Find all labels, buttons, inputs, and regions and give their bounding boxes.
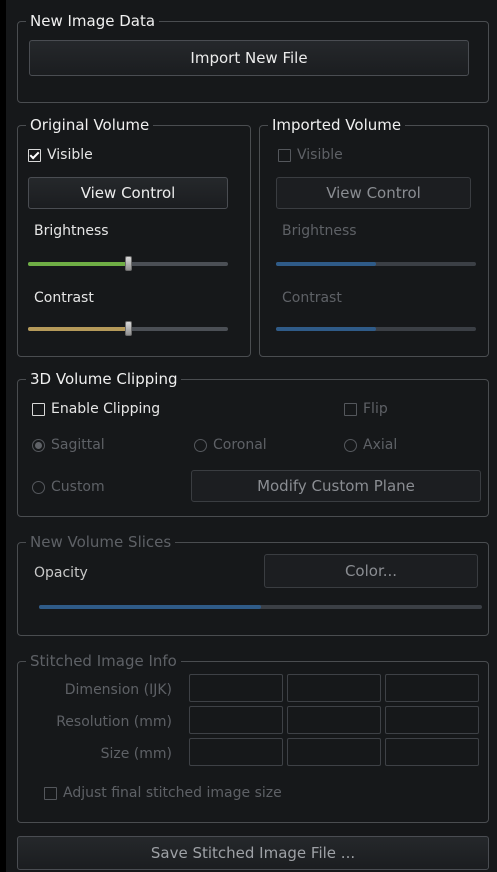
dimension-i-field[interactable] [189,674,283,702]
imported-volume-title: Imported Volume [268,115,406,135]
imported-view-control-button[interactable]: View Control [276,177,471,209]
original-visible-label: Visible [47,147,93,163]
imported-contrast-label: Contrast [282,290,342,306]
original-visible-checkbox[interactable]: Visible [28,146,93,164]
sagittal-label: Sagittal [51,437,105,453]
resolution-k-field[interactable] [385,706,479,734]
original-brightness-slider[interactable] [28,256,228,271]
imported-volume-group: Imported Volume Visible View Control Bri… [259,115,489,357]
imported-brightness-fill [276,262,376,266]
checkbox-unchecked-icon [278,148,291,162]
adjust-size-checkbox[interactable]: Adjust final stitched image size [44,784,282,802]
flip-checkbox[interactable]: Flip [344,400,388,418]
radio-selected-icon [32,438,45,452]
stitched-info-group: Stitched Image Info Dimension (IJK) Reso… [17,651,489,823]
size-j-field[interactable] [287,738,381,766]
resolution-label: Resolution (mm) [56,714,172,730]
size-k-field[interactable] [385,738,479,766]
stitching-panel: New Image Data Import New File Original … [6,0,497,872]
imported-visible-label: Visible [297,147,343,163]
flip-label: Flip [363,401,388,417]
radio-unselected-icon [32,480,45,494]
imported-brightness-label: Brightness [282,223,357,239]
radio-unselected-icon [194,438,207,452]
original-view-control-button[interactable]: View Control [28,177,228,209]
stitched-info-title: Stitched Image Info [26,651,181,671]
save-stitched-file-button[interactable]: Save Stitched Image File ... [17,836,489,870]
clipping-group: 3D Volume Clipping Enable Clipping Flip … [17,369,489,517]
size-label: Size (mm) [100,746,172,762]
checkbox-unchecked-icon [32,402,45,416]
custom-label: Custom [51,479,105,495]
brightness-fill [28,262,128,266]
resolution-j-field[interactable] [287,706,381,734]
imported-contrast-fill [276,327,376,331]
dimension-k-field[interactable] [385,674,479,702]
modify-custom-plane-button[interactable]: Modify Custom Plane [191,470,481,502]
resolution-i-field[interactable] [189,706,283,734]
imported-brightness-slider[interactable] [276,262,476,266]
opacity-slider[interactable] [39,605,482,609]
original-brightness-label: Brightness [34,223,109,239]
sagittal-radio[interactable]: Sagittal [32,436,105,454]
new-image-data-title: New Image Data [26,11,160,31]
original-contrast-slider[interactable] [28,321,228,336]
original-volume-group: Original Volume Visible View Control Bri… [17,115,251,357]
checkbox-checked-icon [28,148,41,162]
coronal-label: Coronal [213,437,267,453]
enable-clipping-label: Enable Clipping [51,401,161,417]
brightness-handle[interactable] [125,256,132,271]
imported-visible-checkbox[interactable]: Visible [278,146,343,164]
adjust-size-label: Adjust final stitched image size [63,785,282,801]
contrast-handle[interactable] [125,321,132,336]
enable-clipping-checkbox[interactable]: Enable Clipping [32,400,160,418]
size-i-field[interactable] [189,738,283,766]
custom-radio[interactable]: Custom [32,478,105,496]
dimension-j-field[interactable] [287,674,381,702]
axial-radio[interactable]: Axial [344,436,397,454]
checkbox-unchecked-icon [44,786,57,800]
original-volume-title: Original Volume [26,115,154,135]
radio-unselected-icon [344,438,357,452]
axial-label: Axial [363,437,398,453]
contrast-fill [28,327,128,331]
slices-title: New Volume Slices [26,532,176,552]
color-button[interactable]: Color... [264,554,478,588]
original-contrast-label: Contrast [34,290,94,306]
opacity-fill [39,605,261,609]
import-new-file-button[interactable]: Import New File [29,40,469,76]
checkbox-unchecked-icon [344,402,357,416]
slices-group: New Volume Slices Opacity Color... [17,532,489,636]
opacity-label: Opacity [34,565,88,581]
new-image-data-group: New Image Data Import New File [17,11,489,103]
imported-contrast-slider[interactable] [276,327,476,331]
coronal-radio[interactable]: Coronal [194,436,267,454]
clipping-title: 3D Volume Clipping [26,369,182,389]
dimension-label: Dimension (IJK) [64,682,172,698]
